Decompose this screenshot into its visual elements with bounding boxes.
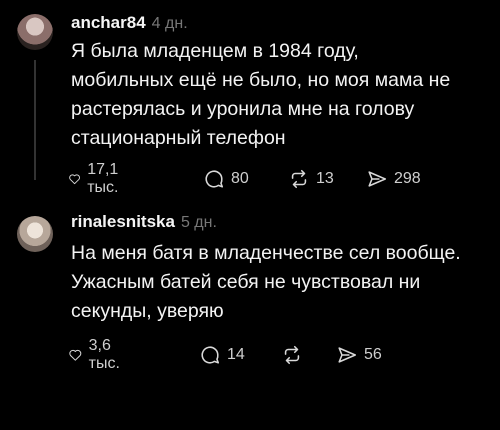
post: rinalesnitska 5 дн. На меня батя в младен… (0, 200, 500, 430)
username[interactable]: anchar84 (71, 13, 146, 32)
like-count: 17,1 тыс. (87, 161, 119, 196)
post-header: anchar84 4 дн. (71, 13, 188, 33)
comment-button[interactable]: 80 (203, 166, 249, 192)
post-text: На меня батя в младенчестве сел вообще. … (71, 242, 461, 322)
post-time: 4 дн. (151, 15, 188, 32)
comment-count: 80 (231, 170, 249, 187)
like-button[interactable]: 17,1 тыс. (68, 161, 127, 196)
avatar[interactable] (17, 216, 53, 252)
repost-icon (291, 169, 307, 189)
repost-count: 13 (316, 170, 334, 187)
share-icon (368, 171, 387, 187)
comment-icon (201, 346, 220, 364)
share-count: 56 (364, 346, 382, 363)
like-count: 3,6 тыс. (88, 337, 120, 372)
like-button[interactable]: 3,6 тыс. (68, 337, 127, 372)
comment-icon (205, 170, 224, 188)
repost-icon (284, 345, 300, 365)
repost-button[interactable]: 13 (288, 166, 334, 192)
repost-button[interactable] (281, 342, 309, 368)
thread-line (34, 60, 36, 180)
share-button[interactable]: 56 (336, 342, 382, 368)
comment-button[interactable]: 14 (199, 342, 245, 368)
username[interactable]: rinalesnitska (71, 212, 175, 231)
post-text: Я была младенцем в 1984 году, мобильных … (71, 40, 451, 149)
heart-icon (69, 174, 80, 185)
share-button[interactable]: 298 (366, 166, 421, 192)
avatar[interactable] (17, 14, 53, 50)
post: anchar84 4 дн. Я была младенцем в 1984 го… (0, 0, 500, 200)
heart-icon (69, 349, 82, 361)
post-time: 5 дн. (180, 214, 217, 231)
share-icon (338, 347, 357, 363)
comment-count: 14 (227, 346, 245, 363)
share-count: 298 (394, 170, 421, 187)
post-header: rinalesnitska 5 дн. (71, 212, 217, 232)
